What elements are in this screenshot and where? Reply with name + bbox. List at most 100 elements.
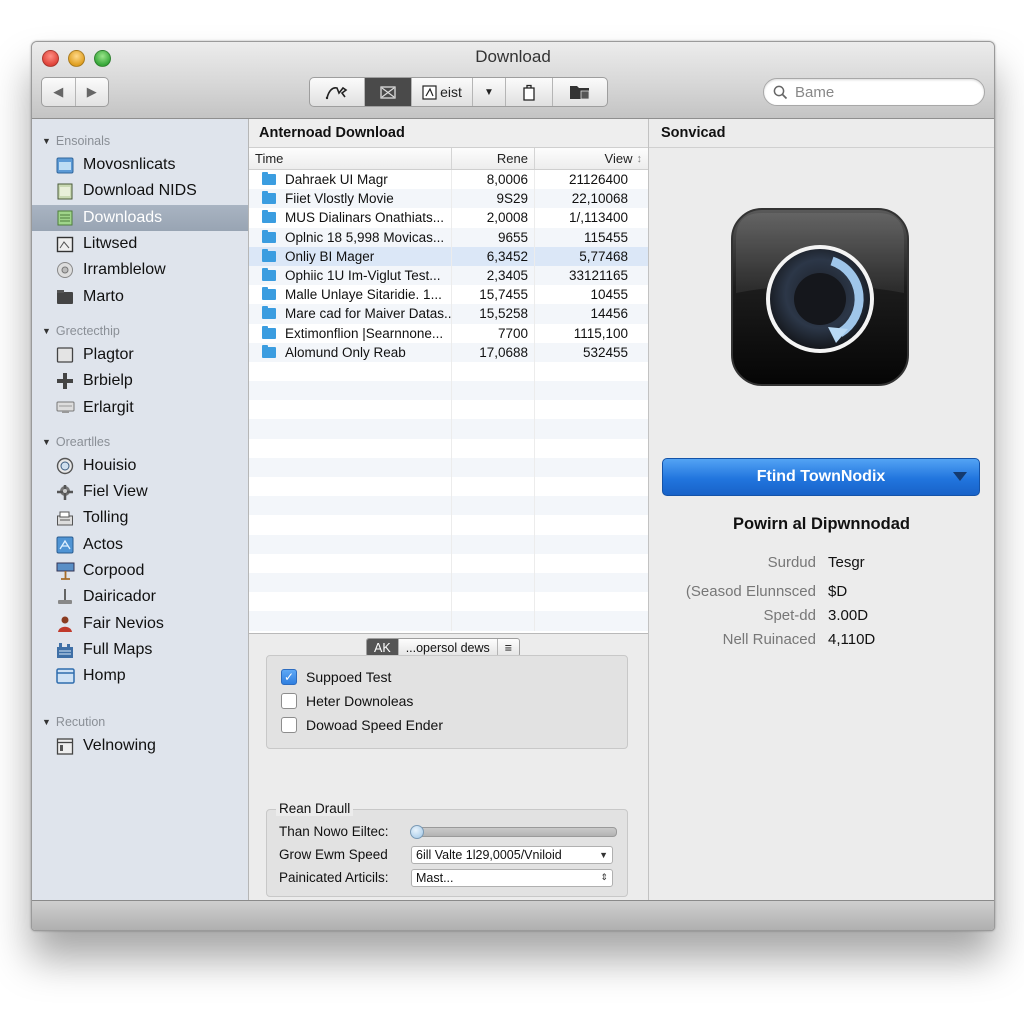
empty-cell [452, 400, 535, 420]
empty-cell [535, 439, 648, 458]
mode-segment-menu[interactable]: ≡ [496, 639, 519, 656]
checkbox-checked[interactable]: ✓ [281, 669, 297, 685]
cell-name: Mare cad for Maiver Datas... [249, 304, 452, 324]
sidebar-item-movosnlicats[interactable]: Movosnlicats [32, 152, 248, 178]
disclosure-triangle-icon: ▼ [42, 717, 51, 728]
checkbox[interactable] [281, 717, 297, 733]
sidebar-item-downloads[interactable]: Downloads [32, 204, 248, 231]
gear-robot-icon [55, 483, 75, 501]
disclosure-triangle-icon: ▼ [42, 136, 51, 146]
speed-select[interactable]: 6ill Valte 1l29,0005/Vniloid ▼ [411, 845, 613, 864]
table-row[interactable]: MUS Dialinars Onathiats... 2,0008 1/,11340… [249, 208, 648, 228]
sidebar-group-header[interactable]: ▼ Recution [32, 711, 248, 733]
monitor-icon [55, 399, 75, 417]
empty-cell [535, 611, 648, 630]
empty-cell [452, 515, 535, 535]
cell-name: Onliy BI Mager [249, 246, 452, 266]
sidebar-item-irramblelow[interactable]: Irramblelow [32, 257, 248, 283]
empty-table-row [249, 515, 648, 535]
sidebar-group-title: Ensoinals [55, 134, 111, 148]
sidebar-item-download-nids[interactable]: Download NIDS [32, 178, 248, 204]
empty-cell [452, 553, 535, 573]
file-name: Fiiet Vlostly Movie [285, 191, 394, 207]
folder-icon [262, 344, 276, 358]
sidebar-item-fair-nevios[interactable]: Fair Nevios [32, 610, 248, 636]
empty-cell [535, 554, 648, 573]
joystick-icon [55, 588, 75, 606]
sidebar-group-header[interactable]: ▼ Ensoinals [32, 130, 248, 152]
image-view-button[interactable] [364, 78, 411, 106]
option-suppoed-test[interactable]: ✓ Suppoed Test [267, 665, 627, 689]
sidebar-item-velnowing[interactable]: Velnowing [32, 733, 248, 759]
slider-knob[interactable] [410, 824, 424, 839]
sidebar-item-plagtor[interactable]: Plagtor [32, 342, 248, 368]
forward-button[interactable]: ▶ [74, 78, 109, 106]
sidebar-item-homp[interactable]: Homp [32, 663, 248, 689]
search-field[interactable] [763, 78, 985, 106]
folder-icon [262, 268, 276, 282]
sidebar-item-dairicador[interactable]: Dairicador [32, 584, 248, 610]
mode-segment-personal-views[interactable]: ...opersol dews [397, 639, 497, 656]
back-arrow-icon: ◀ [53, 84, 64, 99]
table-row[interactable]: Alomund Only Reab 17,0688 532455 [249, 342, 648, 362]
table-row[interactable]: Malle Unlaye Sitaridie. 1... 15,7455 10455 [249, 285, 648, 305]
cell-rene: 2,0008 [452, 208, 535, 228]
column-header-rene[interactable]: Rene [452, 148, 535, 169]
sidebar-item-marto[interactable]: Marto [32, 283, 248, 309]
threshold-slider[interactable] [410, 824, 617, 839]
sidebar-item-actos[interactable]: Actos [32, 532, 248, 558]
field-label: Than Nowo Eiltec: [279, 824, 389, 839]
sidebar-item-fiel-view[interactable]: Fiel View [32, 479, 248, 505]
empty-cell [249, 592, 452, 612]
table-row[interactable]: Onliy BI Mager 6,3452 5,77468 [249, 246, 648, 266]
empty-cell [452, 419, 535, 439]
option-heter-downoleas[interactable]: Heter Downoleas [267, 689, 627, 713]
back-button[interactable]: ◀ [42, 78, 75, 106]
sidebar-group-header[interactable]: ▼ Grectecthip [32, 320, 248, 342]
table-row[interactable]: Oplnic 18 5,998 Movicas... 9655 115455 [249, 227, 648, 247]
list-view-button[interactable]: eist [411, 78, 472, 106]
table-row[interactable]: Fiiet Vlostly Movie 9S29 22,10068 [249, 189, 648, 209]
sidebar-item-brbielp[interactable]: Brbielp [32, 368, 248, 394]
sidebar-item-corpood[interactable]: Corpood [32, 558, 248, 584]
sidebar-item-label: Fiel View [83, 483, 148, 501]
image-view-icon [380, 86, 396, 99]
table-row[interactable]: Extimonflion |Searnnone... 7700 1115,100 [249, 323, 648, 343]
cell-view: 14456 [590, 306, 628, 322]
sidebar-item-tolling[interactable]: Tolling [32, 505, 248, 531]
file-name: Malle Unlaye Sitaridie. 1... [285, 287, 442, 303]
clipboard-button[interactable] [505, 78, 552, 106]
search-input[interactable] [793, 82, 967, 102]
file-name: Oplnic 18 5,998 Movicas... [285, 229, 445, 245]
table-row[interactable]: Ophiic 1U Im-Viglut Test... 2,3405 3312116… [249, 265, 648, 286]
sidebar-item-litwsed[interactable]: Litwsed [32, 231, 248, 257]
find-primary-button[interactable]: Ftind TownNodix [662, 458, 980, 496]
checkbox[interactable] [281, 693, 297, 709]
empty-cell [535, 515, 648, 534]
cell-rene: 8,0006 [452, 170, 535, 190]
table-row[interactable]: Dahraek UI Magr 8,0006 21126400 [249, 170, 648, 190]
dropdown-arrow-icon[interactable] [953, 472, 967, 481]
option-dowoad-speed-ender[interactable]: Dowoad Speed Ender [267, 713, 627, 737]
sidebar-item-erlargit[interactable]: Erlargit [32, 394, 248, 420]
disclosure-triangle-icon: ▼ [42, 325, 51, 336]
empty-cell [249, 477, 452, 497]
search-icon [773, 85, 788, 100]
sidebar-item-full-maps[interactable]: Full Maps [32, 637, 248, 663]
sidebar-group-header[interactable]: ▼ Oreartlles [32, 431, 248, 453]
sidebar-item-label: Velnowing [83, 737, 156, 755]
sidebar-item-houisio[interactable]: Houisio [32, 453, 248, 479]
column-header-view[interactable]: View ↕ [535, 148, 648, 169]
column-header-view-label: View [604, 151, 633, 166]
table-row[interactable]: Mare cad for Maiver Datas... 15,5258 14456 [249, 304, 648, 324]
folder-button[interactable] [552, 78, 607, 106]
mode-segment-ak[interactable]: AK [367, 639, 398, 656]
cell-name: Alomund Only Reab [249, 342, 452, 362]
column-header-time[interactable]: Time [249, 148, 452, 169]
empty-cell [535, 477, 648, 496]
cell-view: 21126400 [568, 172, 628, 188]
settings-group: Rean Draull Than Nowo Eiltec: Grow Ewm S… [266, 801, 628, 897]
view-options-dropdown[interactable]: ▼ [472, 78, 505, 106]
share-button[interactable] [310, 78, 364, 106]
articles-select[interactable]: Mast... ⇕ [411, 868, 613, 887]
